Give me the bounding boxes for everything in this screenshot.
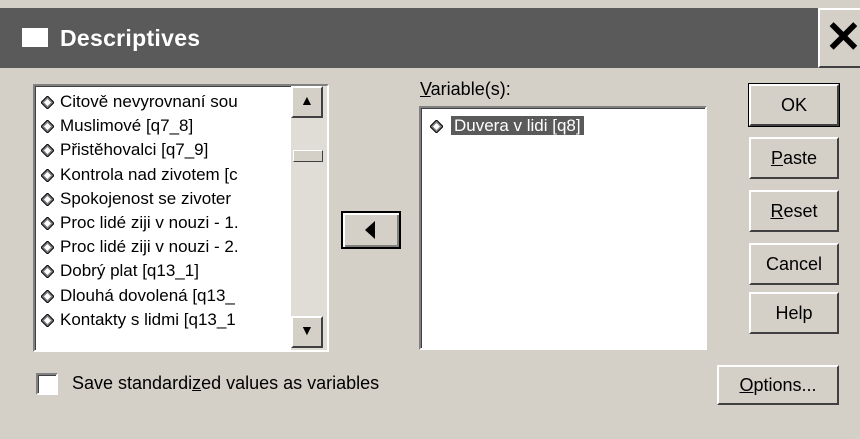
help-button[interactable]: Help [749,292,839,334]
scale-variable-icon [41,144,54,158]
options-button[interactable]: Options... [717,365,839,405]
scale-variable-icon [41,241,54,255]
chevron-down-icon: ▼ [300,322,314,338]
scale-variable-icon [41,313,54,327]
scale-variable-icon [41,289,54,303]
title-bar: Descriptives [0,8,860,68]
source-variable-item[interactable]: Přistěhovalci [q7_9] [39,138,293,162]
move-variable-button[interactable] [341,211,401,249]
scale-variable-icon [41,96,54,109]
source-variable-item[interactable]: Kontrola nad zivotem [c [39,163,293,187]
save-label-mnemonic: z [192,373,202,393]
source-variable-item[interactable]: Dobrý plat [q13_1] [39,259,293,283]
chevron-up-icon: ▲ [300,92,314,108]
scale-variable-icon [41,265,54,279]
scale-variable-icon [41,216,54,230]
ok-button-label: OK [780,95,807,115]
selected-variable-label: Duvera v lidi [q8] [451,116,584,135]
scale-variable-icon [41,120,54,134]
source-variable-label: Dlouhá dovolená [q13_ [60,285,235,305]
list-scrollbar[interactable]: ▲ ▼ [291,86,327,350]
source-variable-label: Kontrola nad zivotem [c [60,164,238,184]
source-variable-label: Muslimové [q7_8] [60,116,194,136]
scale-variable-icon [41,192,54,206]
source-variable-item[interactable]: Kontakty s lidmi [q13_1 [39,308,293,332]
source-variable-item[interactable]: Proc lidé ziji v nouzi - 1. [39,211,293,235]
selected-variable-item[interactable]: Duvera v lidi [q8] [427,114,584,138]
variables-label-mnemonic: V [420,79,431,99]
scroll-down-button[interactable]: ▼ [291,316,323,348]
source-variable-label: Kontakty s lidmi [q13_1 [60,309,236,329]
save-standardized-checkbox[interactable] [36,373,58,395]
close-button[interactable]: ✕ [818,8,860,68]
paste-button-label: aste [782,148,818,168]
descriptives-dialog: Descriptives ✕ Citově nevyrovnaní sou Mus… [0,0,860,439]
source-items: Citově nevyrovnaní sou Muslimové [q7_8] Př… [39,90,293,332]
cancel-button[interactable]: Cancel [749,243,839,285]
source-variable-label: Proc lidé ziji v nouzi - 1. [60,212,239,232]
reset-button[interactable]: Reset [749,190,839,232]
save-label-pre: Save standardi [72,373,193,393]
window-title: Descriptives [60,25,201,51]
paste-button[interactable]: Paste [749,137,839,179]
window-icon [22,28,48,47]
source-variable-item[interactable]: Dlouhá dovolená [q13_ [39,284,293,308]
scroll-thumb[interactable] [293,150,323,162]
source-variable-label: Přistěhovalci [q7_9] [60,140,209,160]
ok-button[interactable]: OK [748,83,840,127]
scale-variable-icon [430,120,443,133]
source-variable-label: Dobrý plat [q13_1] [60,261,199,281]
reset-mnemonic: R [770,201,784,221]
selected-variables-list[interactable]: Duvera v lidi [q8] [419,106,707,350]
source-variable-item[interactable]: Muslimové [q7_8] [39,114,293,138]
source-variable-label: Spokojenost se zivoter [60,188,232,208]
cancel-button-label: Cancel [765,254,823,274]
variables-label-rest: ariable(s): [430,79,511,99]
reset-button-label: eset [783,201,818,221]
options-mnemonic: O [739,375,754,395]
source-variable-item[interactable]: Citově nevyrovnaní sou [39,90,293,114]
variables-label: Variable(s): [420,79,511,100]
source-variable-list[interactable]: Citově nevyrovnaní sou Muslimové [q7_8] Př… [33,84,329,352]
paste-mnemonic: P [770,148,783,168]
source-variable-label: Proc lidé ziji v nouzi - 2. [60,237,239,257]
scroll-up-button[interactable]: ▲ [291,86,323,118]
source-variable-item[interactable]: Spokojenost se zivoter [39,187,293,211]
left-arrow-icon [365,221,375,239]
options-button-label: ptions... [753,375,817,395]
source-variable-label: Citově nevyrovnaní sou [60,92,238,111]
help-button-label: Help [775,303,813,323]
save-label-post: ed values as variables [201,373,380,393]
save-standardized-label[interactable]: Save standardized values as variables [72,373,379,394]
close-icon: ✕ [825,13,860,62]
scale-variable-icon [41,168,54,182]
source-variable-item[interactable]: Proc lidé ziji v nouzi - 2. [39,235,293,259]
